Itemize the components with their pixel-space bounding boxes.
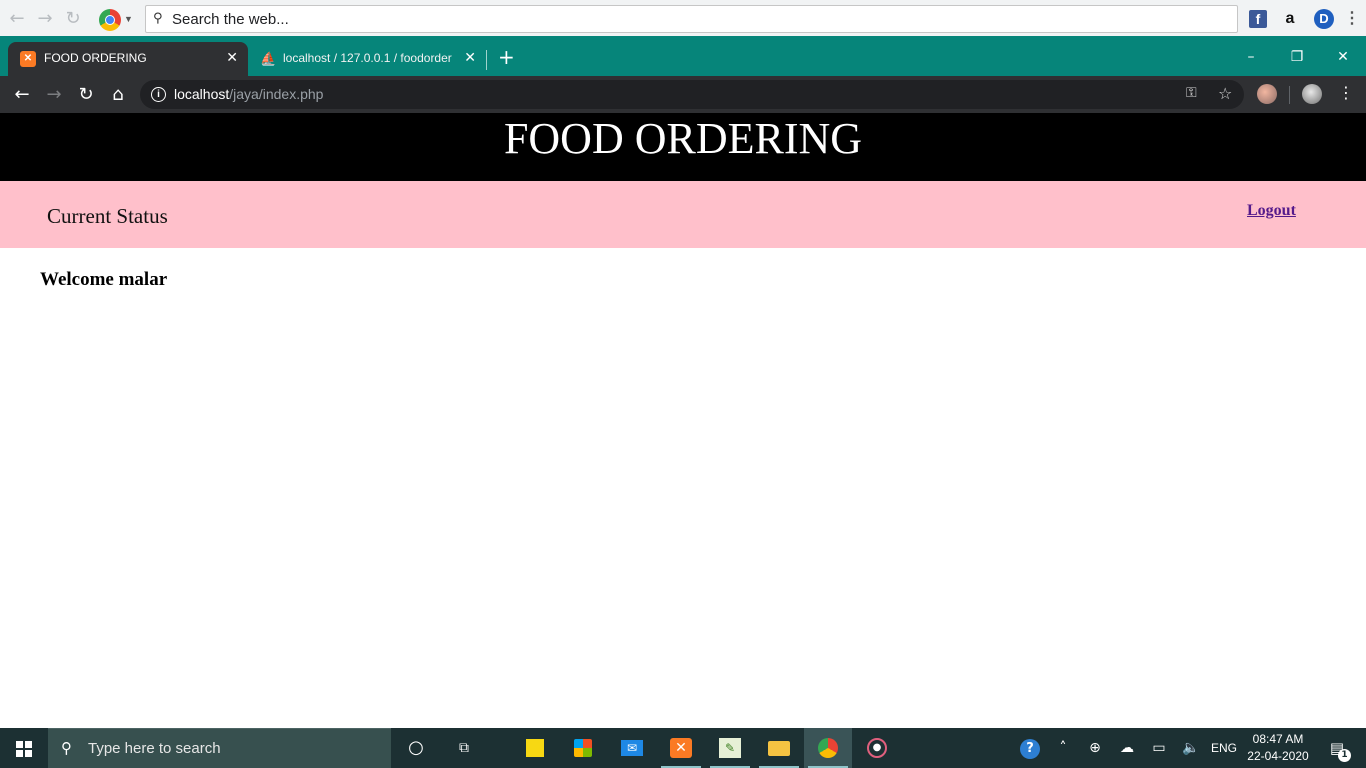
- d-extension-icon[interactable]: D: [1314, 9, 1334, 29]
- window-close-icon[interactable]: ✕: [1320, 42, 1366, 72]
- welcome-message: Welcome malar: [40, 269, 168, 290]
- reload-icon[interactable]: ↻: [64, 10, 82, 28]
- current-status-label: Current Status: [47, 204, 168, 228]
- web-search-placeholder: Search the web...: [172, 11, 289, 28]
- web-search-input[interactable]: ⚲ Search the web...: [145, 5, 1238, 33]
- chrome-icon: [818, 738, 838, 758]
- key-icon[interactable]: ⚿: [1186, 85, 1197, 101]
- tab-food-ordering[interactable]: ✕ FOOD ORDERING ✕: [8, 42, 248, 76]
- chevron-up-icon[interactable]: ˄: [1052, 728, 1074, 768]
- home-icon[interactable]: ⌂: [106, 83, 130, 107]
- page-header: FOOD ORDERING: [0, 113, 1366, 181]
- address-toolbar: ← → ↻ ⌂ i localhost/jaya/index.php ⚿ ☆ ⋮: [0, 76, 1366, 113]
- clock[interactable]: 08:47 AM 22-04-2020: [1242, 731, 1314, 765]
- new-tab-icon[interactable]: +: [498, 45, 515, 69]
- language-indicator[interactable]: ENG: [1208, 728, 1240, 768]
- mail-button[interactable]: ✉: [608, 728, 656, 768]
- star-icon[interactable]: ☆: [1218, 84, 1232, 103]
- close-icon[interactable]: ✕: [226, 50, 238, 66]
- url-host: localhost: [174, 86, 230, 102]
- back-arrow-icon[interactable]: ←: [10, 83, 34, 107]
- chrome-icon[interactable]: [99, 9, 121, 31]
- cortana-button[interactable]: ○: [392, 728, 440, 768]
- extension-icon[interactable]: [1257, 84, 1277, 104]
- task-view-button[interactable]: ⧉: [440, 728, 488, 768]
- sticky-notes-button[interactable]: [511, 728, 559, 768]
- page-title: FOOD ORDERING: [503, 114, 863, 163]
- logout-link[interactable]: Logout: [1247, 202, 1296, 220]
- minimize-icon[interactable]: –: [1228, 42, 1274, 72]
- phpmyadmin-icon: ⛵: [260, 51, 277, 66]
- file-explorer-icon: [768, 741, 790, 756]
- chrome-taskbar-button[interactable]: [804, 728, 852, 768]
- url-input[interactable]: i localhost/jaya/index.php ⚿ ☆: [140, 80, 1244, 109]
- store-button[interactable]: [559, 728, 607, 768]
- tab-title: localhost / 127.0.0.1 / foodorder: [283, 51, 452, 65]
- help-icon[interactable]: ?: [1016, 728, 1044, 768]
- mail-icon: ✉: [621, 740, 643, 756]
- facebook-icon[interactable]: f: [1249, 10, 1267, 28]
- xampp-button[interactable]: ✕: [657, 728, 705, 768]
- battery-icon[interactable]: ▭: [1148, 728, 1170, 768]
- url-path: /jaya/index.php: [229, 86, 324, 102]
- notification-icon[interactable]: ▤ 1: [1322, 728, 1352, 768]
- taskbar-search-box[interactable]: ⚲ Type here to search: [48, 728, 391, 768]
- media-player-button[interactable]: ●: [853, 728, 901, 768]
- menu-icon[interactable]: ⋮: [1338, 83, 1354, 102]
- xampp-icon: ✕: [20, 51, 36, 67]
- info-icon[interactable]: i: [151, 87, 166, 102]
- profile-avatar[interactable]: [1302, 84, 1322, 104]
- cortana-icon: ○: [408, 737, 424, 758]
- tab-strip: ✕ FOOD ORDERING ✕ ⛵ localhost / 127.0.0.…: [0, 36, 1366, 76]
- amazon-icon[interactable]: a: [1281, 10, 1299, 28]
- store-icon: [574, 739, 592, 757]
- status-bar: Current Status Logout: [0, 181, 1366, 248]
- volume-icon[interactable]: 🔈: [1180, 728, 1202, 768]
- media-player-icon: ●: [867, 738, 887, 758]
- divider: [1289, 86, 1290, 104]
- search-icon: ⚲: [61, 739, 72, 757]
- clock-date: 22-04-2020: [1247, 749, 1309, 763]
- start-button[interactable]: [0, 728, 48, 768]
- tab-phpmyadmin[interactable]: ⛵ localhost / 127.0.0.1 / foodorder ✕: [250, 42, 486, 76]
- notification-badge: 1: [1338, 749, 1351, 762]
- close-icon[interactable]: ✕: [464, 50, 476, 66]
- xampp-icon: ✕: [670, 738, 692, 758]
- forward-arrow-icon[interactable]: →: [42, 83, 66, 107]
- reload-icon[interactable]: ↻: [74, 83, 98, 107]
- search-icon: ⚲: [153, 11, 163, 26]
- tab-divider: [486, 50, 487, 70]
- forward-arrow-icon[interactable]: →: [36, 10, 54, 28]
- file-explorer-button[interactable]: [755, 728, 803, 768]
- clock-time: 08:47 AM: [1252, 732, 1304, 746]
- taskbar-search-placeholder: Type here to search: [88, 740, 221, 757]
- chevron-down-icon[interactable]: ▼: [124, 14, 133, 24]
- globe-icon[interactable]: ⊕: [1084, 728, 1106, 768]
- notepad-plus-button[interactable]: ✎: [706, 728, 754, 768]
- notepad-plus-icon: ✎: [719, 738, 741, 758]
- sticky-notes-icon: [526, 739, 544, 757]
- browser-top-toolbar: ← → ↻ ▼ ⚲ Search the web... f a D ⋮: [0, 0, 1366, 40]
- back-arrow-icon[interactable]: ←: [8, 10, 26, 28]
- onedrive-icon[interactable]: ☁: [1116, 728, 1138, 768]
- menu-icon[interactable]: ⋮: [1343, 10, 1361, 28]
- windows-logo-icon: [16, 741, 32, 757]
- task-view-icon: ⧉: [459, 740, 469, 756]
- tab-title: FOOD ORDERING: [44, 51, 147, 65]
- maximize-icon[interactable]: ❐: [1274, 42, 1320, 72]
- windows-taskbar: ⚲ Type here to search ○ ⧉ ✉ ✕ ✎ ● ? ˄ ⊕ …: [0, 728, 1366, 768]
- url-text: localhost/jaya/index.php: [174, 86, 323, 102]
